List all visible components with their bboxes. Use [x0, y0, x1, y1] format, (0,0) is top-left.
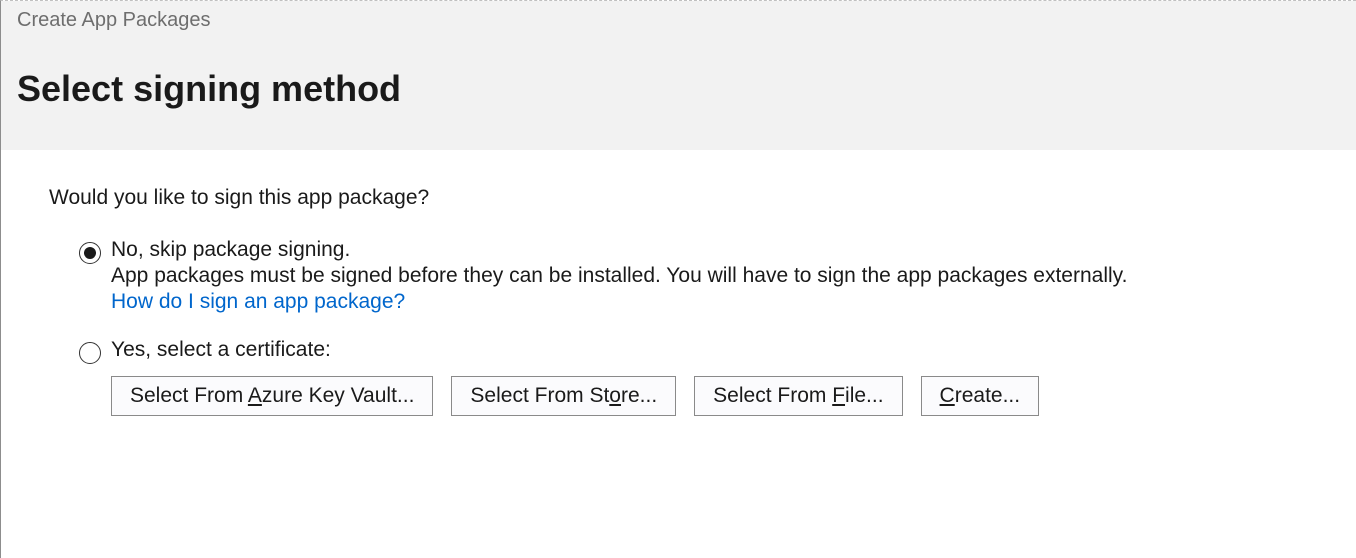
select-from-store-button[interactable]: Select From Store...	[451, 376, 676, 416]
certificate-button-row: Select From Azure Key Vault... Select Fr…	[111, 376, 1308, 416]
window-title: Create App Packages	[1, 1, 1356, 40]
radio-body-no: No, skip package signing. App packages m…	[111, 238, 1308, 314]
dialog-window: Create App Packages Select signing metho…	[0, 0, 1356, 558]
radio-label-no: No, skip package signing.	[111, 238, 1308, 262]
select-from-file-button[interactable]: Select From File...	[694, 376, 902, 416]
header-band: Select signing method	[1, 40, 1356, 150]
help-link-sign-package[interactable]: How do I sign an app package?	[111, 290, 405, 314]
radio-button-yes[interactable]	[79, 342, 101, 364]
create-certificate-button[interactable]: Create...	[921, 376, 1040, 416]
radio-button-no[interactable]	[79, 242, 101, 264]
radio-body-yes: Yes, select a certificate: Select From A…	[111, 338, 1308, 416]
content-area: Would you like to sign this app package?…	[1, 150, 1356, 464]
radio-label-yes: Yes, select a certificate:	[111, 338, 1308, 362]
radio-desc-no: App packages must be signed before they …	[111, 264, 1308, 288]
radio-option-select-certificate[interactable]: Yes, select a certificate: Select From A…	[79, 338, 1308, 416]
signing-method-radio-group: No, skip package signing. App packages m…	[49, 238, 1308, 416]
radio-option-skip-signing[interactable]: No, skip package signing. App packages m…	[79, 238, 1308, 314]
page-heading: Select signing method	[17, 68, 1340, 110]
signing-question: Would you like to sign this app package?	[49, 186, 1308, 210]
select-from-azure-key-vault-button[interactable]: Select From Azure Key Vault...	[111, 376, 433, 416]
